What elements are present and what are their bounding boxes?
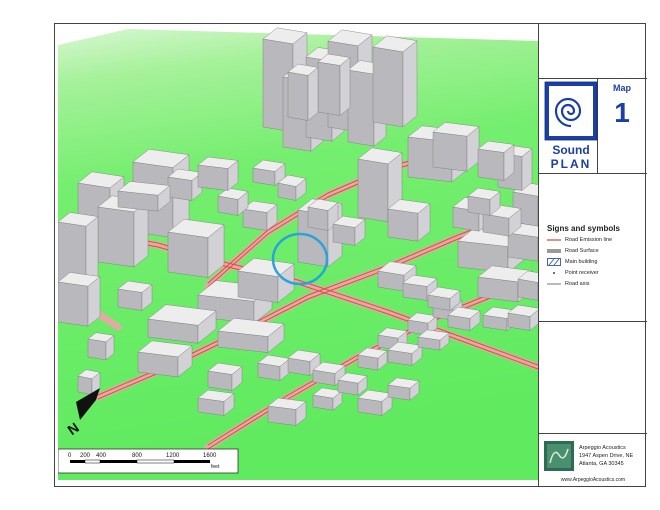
logo-text-sound: Sound bbox=[552, 143, 589, 157]
building bbox=[332, 215, 366, 246]
map-view[interactable]: N 0 200 400 800 1200 1600 feet bbox=[58, 27, 538, 480]
red-line-icon bbox=[547, 235, 561, 245]
company-address-line1: 1947 Aspen Drive, NE bbox=[579, 453, 634, 459]
scale-tick-1200: 1200 bbox=[166, 453, 180, 459]
legend-item-label: Main building bbox=[565, 259, 598, 265]
map-number: 1 bbox=[614, 97, 630, 128]
building bbox=[87, 332, 115, 361]
gray-band-icon bbox=[547, 246, 561, 256]
legend-item-label: Road Surface bbox=[565, 248, 599, 254]
building bbox=[117, 280, 153, 311]
gray-line-icon bbox=[547, 279, 561, 289]
building bbox=[357, 389, 393, 416]
scale-unit: feet bbox=[211, 464, 220, 470]
legend-item-point-receiver: Point receiver bbox=[547, 268, 599, 278]
scale-bar: 0 200 400 800 1200 1600 feet bbox=[58, 448, 239, 474]
legend-item-road-axis: Road axis bbox=[547, 279, 589, 289]
arpeggio-logo bbox=[544, 441, 574, 471]
legend-item-road-emission-line: Road Emission line bbox=[547, 235, 612, 245]
legend-title: Signs and symbols bbox=[547, 224, 620, 233]
building bbox=[197, 389, 235, 416]
map-label: Map bbox=[613, 83, 631, 93]
legend-item-label: Point receiver bbox=[565, 270, 599, 276]
scale-tick-1600: 1600 bbox=[203, 453, 217, 459]
hatched-box-icon bbox=[547, 257, 561, 267]
logo-text-plan: PLAN bbox=[551, 157, 592, 171]
building bbox=[167, 218, 225, 279]
panel-divider bbox=[539, 78, 647, 79]
building bbox=[432, 122, 480, 172]
building bbox=[197, 156, 239, 191]
legend-item-main-building: Main building bbox=[547, 257, 597, 267]
panel-divider bbox=[539, 433, 647, 434]
legend-item-road-surface: Road Surface bbox=[547, 246, 599, 256]
building bbox=[58, 272, 101, 327]
legend-item-label: Road axis bbox=[565, 281, 590, 287]
building bbox=[137, 340, 193, 378]
building bbox=[477, 140, 515, 181]
legend-item-label: Road Emission line bbox=[565, 237, 613, 243]
legend-panel: Sound PLAN Map 1 Signs and symbols Road … bbox=[538, 23, 647, 487]
building bbox=[217, 317, 285, 354]
building bbox=[267, 397, 307, 426]
building bbox=[317, 53, 351, 116]
scale-tick-800: 800 bbox=[132, 453, 143, 459]
building bbox=[372, 35, 418, 128]
building bbox=[117, 181, 171, 212]
soundplan-logo: Sound PLAN bbox=[543, 80, 600, 175]
company-address-line2: Atlanta, GA 30345 bbox=[579, 461, 624, 467]
panel-divider bbox=[539, 321, 647, 322]
building bbox=[287, 63, 319, 121]
dot-icon bbox=[547, 268, 561, 278]
scale-tick-400: 400 bbox=[96, 453, 107, 459]
scale-tick-200: 200 bbox=[80, 453, 91, 459]
map-canvas[interactable]: N 0 200 400 800 1200 1600 feet bbox=[58, 27, 538, 480]
building bbox=[167, 168, 203, 201]
company-name: Arpeggio Acoustics bbox=[579, 445, 626, 451]
building bbox=[467, 187, 501, 216]
building bbox=[387, 199, 431, 242]
building bbox=[207, 362, 243, 391]
company-url[interactable]: www.ArpeggioAcoustics.com bbox=[539, 477, 647, 483]
building bbox=[387, 377, 420, 401]
